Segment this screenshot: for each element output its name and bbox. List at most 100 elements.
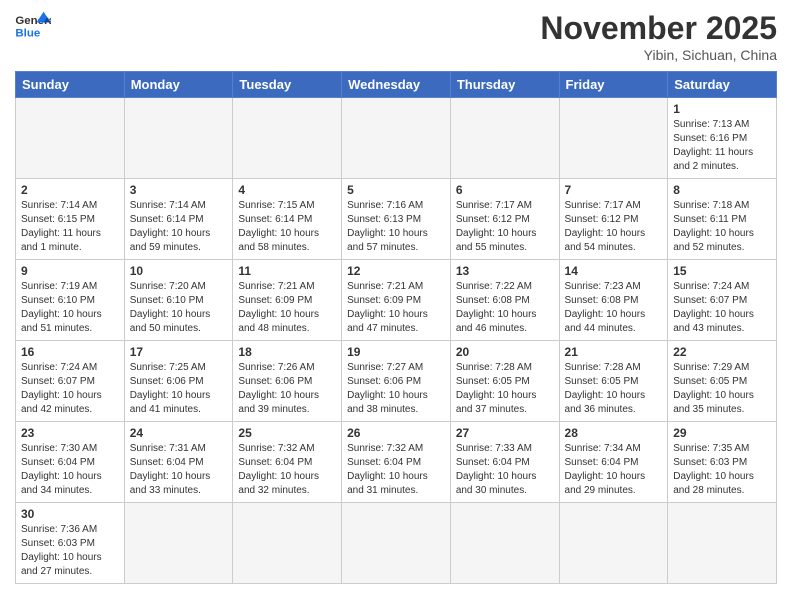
calendar-cell: 19 Sunrise: 7:27 AM Sunset: 6:06 PM Dayli… [342, 341, 451, 422]
calendar-cell: 24Sunrise: 7:31 AM Sunset: 6:04 PM Dayli… [124, 422, 233, 503]
day-number: 27 [456, 426, 554, 440]
day-number: 15 [673, 264, 771, 278]
day-info: Sunrise: 7:24 AM Sunset: 6:07 PM Dayligh… [673, 280, 771, 336]
calendar-cell: 30 Sunrise: 7:36 AM Sunset: 6:03 PM Dayli… [16, 503, 125, 584]
day-info: Sunrise: 7:25 AM Sunset: 6:06 PM Dayligh… [130, 361, 228, 417]
calendar-cell: 21 Sunrise: 7:28 AM Sunset: 6:05 PM Dayli… [559, 341, 668, 422]
col-header-friday: Friday [559, 72, 668, 98]
title-block: November 2025 Yibin, Sichuan, China [540, 10, 777, 63]
calendar-cell: 22 Sunrise: 7:29 AM Sunset: 6:05 PM Dayli… [668, 341, 777, 422]
month-title: November 2025 [540, 10, 777, 47]
day-number: 17 [130, 345, 228, 359]
calendar-cell: 14 Sunrise: 7:23 AM Sunset: 6:08 PM Dayli… [559, 260, 668, 341]
day-number: 8 [673, 183, 771, 197]
calendar-cell: 28 Sunrise: 7:34 AM Sunset: 6:04 PM Dayli… [559, 422, 668, 503]
day-number: 22 [673, 345, 771, 359]
day-number: 26 [347, 426, 445, 440]
day-info: Sunrise: 7:20 AM Sunset: 6:10 PM Dayligh… [130, 280, 228, 336]
header: General Blue November 2025 Yibin, Sichua… [15, 10, 777, 63]
day-info: Sunrise: 7:28 AM Sunset: 6:05 PM Dayligh… [456, 361, 554, 417]
day-number: 20 [456, 345, 554, 359]
calendar-cell [124, 503, 233, 584]
col-header-monday: Monday [124, 72, 233, 98]
week-row-2: 9Sunrise: 7:19 AM Sunset: 6:10 PM Daylig… [16, 260, 777, 341]
location: Yibin, Sichuan, China [540, 47, 777, 63]
day-number: 19 [347, 345, 445, 359]
day-info: Sunrise: 7:32 AM Sunset: 6:04 PM Dayligh… [347, 442, 445, 498]
day-info: Sunrise: 7:17 AM Sunset: 6:12 PM Dayligh… [565, 199, 663, 255]
calendar-cell: 13 Sunrise: 7:22 AM Sunset: 6:08 PM Dayli… [450, 260, 559, 341]
day-info: Sunrise: 7:19 AM Sunset: 6:10 PM Dayligh… [21, 280, 119, 336]
day-info: Sunrise: 7:13 AM Sunset: 6:16 PM Dayligh… [673, 118, 771, 174]
calendar-cell: 9Sunrise: 7:19 AM Sunset: 6:10 PM Daylig… [16, 260, 125, 341]
day-number: 23 [21, 426, 119, 440]
day-info: Sunrise: 7:21 AM Sunset: 6:09 PM Dayligh… [347, 280, 445, 336]
col-header-wednesday: Wednesday [342, 72, 451, 98]
calendar-cell: 16Sunrise: 7:24 AM Sunset: 6:07 PM Dayli… [16, 341, 125, 422]
day-info: Sunrise: 7:23 AM Sunset: 6:08 PM Dayligh… [565, 280, 663, 336]
day-number: 7 [565, 183, 663, 197]
day-info: Sunrise: 7:17 AM Sunset: 6:12 PM Dayligh… [456, 199, 554, 255]
calendar-cell: 20 Sunrise: 7:28 AM Sunset: 6:05 PM Dayli… [450, 341, 559, 422]
day-info: Sunrise: 7:18 AM Sunset: 6:11 PM Dayligh… [673, 199, 771, 255]
calendar-cell: 4 Sunrise: 7:15 AM Sunset: 6:14 PM Daylig… [233, 179, 342, 260]
day-info: Sunrise: 7:24 AM Sunset: 6:07 PM Dayligh… [21, 361, 119, 417]
day-number: 11 [238, 264, 336, 278]
day-number: 6 [456, 183, 554, 197]
day-number: 25 [238, 426, 336, 440]
day-number: 2 [21, 183, 119, 197]
day-info: Sunrise: 7:15 AM Sunset: 6:14 PM Dayligh… [238, 199, 336, 255]
day-info: Sunrise: 7:14 AM Sunset: 6:14 PM Dayligh… [130, 199, 228, 255]
day-info: Sunrise: 7:16 AM Sunset: 6:13 PM Dayligh… [347, 199, 445, 255]
calendar-cell [559, 503, 668, 584]
day-info: Sunrise: 7:22 AM Sunset: 6:08 PM Dayligh… [456, 280, 554, 336]
day-number: 18 [238, 345, 336, 359]
calendar-cell [16, 98, 125, 179]
day-info: Sunrise: 7:29 AM Sunset: 6:05 PM Dayligh… [673, 361, 771, 417]
week-row-3: 16Sunrise: 7:24 AM Sunset: 6:07 PM Dayli… [16, 341, 777, 422]
calendar-cell: 8 Sunrise: 7:18 AM Sunset: 6:11 PM Daylig… [668, 179, 777, 260]
day-info: Sunrise: 7:21 AM Sunset: 6:09 PM Dayligh… [238, 280, 336, 336]
day-number: 21 [565, 345, 663, 359]
day-number: 24 [130, 426, 228, 440]
calendar-cell: 29Sunrise: 7:35 AM Sunset: 6:03 PM Dayli… [668, 422, 777, 503]
week-row-4: 23Sunrise: 7:30 AM Sunset: 6:04 PM Dayli… [16, 422, 777, 503]
calendar: SundayMondayTuesdayWednesdayThursdayFrid… [15, 71, 777, 584]
calendar-cell: 5Sunrise: 7:16 AM Sunset: 6:13 PM Daylig… [342, 179, 451, 260]
calendar-cell [668, 503, 777, 584]
col-header-tuesday: Tuesday [233, 72, 342, 98]
col-header-thursday: Thursday [450, 72, 559, 98]
calendar-cell: 11 Sunrise: 7:21 AM Sunset: 6:09 PM Dayli… [233, 260, 342, 341]
day-info: Sunrise: 7:34 AM Sunset: 6:04 PM Dayligh… [565, 442, 663, 498]
day-info: Sunrise: 7:27 AM Sunset: 6:06 PM Dayligh… [347, 361, 445, 417]
week-row-5: 30 Sunrise: 7:36 AM Sunset: 6:03 PM Dayli… [16, 503, 777, 584]
calendar-cell: 15 Sunrise: 7:24 AM Sunset: 6:07 PM Dayli… [668, 260, 777, 341]
calendar-cell: 23Sunrise: 7:30 AM Sunset: 6:04 PM Dayli… [16, 422, 125, 503]
day-info: Sunrise: 7:36 AM Sunset: 6:03 PM Dayligh… [21, 523, 119, 579]
calendar-cell: 18 Sunrise: 7:26 AM Sunset: 6:06 PM Dayli… [233, 341, 342, 422]
svg-text:Blue: Blue [15, 27, 40, 39]
day-info: Sunrise: 7:33 AM Sunset: 6:04 PM Dayligh… [456, 442, 554, 498]
calendar-cell: 26 Sunrise: 7:32 AM Sunset: 6:04 PM Dayli… [342, 422, 451, 503]
calendar-cell: 2 Sunrise: 7:14 AM Sunset: 6:15 PM Daylig… [16, 179, 125, 260]
day-number: 28 [565, 426, 663, 440]
page: General Blue November 2025 Yibin, Sichua… [0, 0, 792, 594]
calendar-cell: 17 Sunrise: 7:25 AM Sunset: 6:06 PM Dayli… [124, 341, 233, 422]
day-number: 13 [456, 264, 554, 278]
day-number: 4 [238, 183, 336, 197]
day-info: Sunrise: 7:28 AM Sunset: 6:05 PM Dayligh… [565, 361, 663, 417]
day-number: 14 [565, 264, 663, 278]
calendar-cell: 1Sunrise: 7:13 AM Sunset: 6:16 PM Daylig… [668, 98, 777, 179]
week-row-1: 2 Sunrise: 7:14 AM Sunset: 6:15 PM Daylig… [16, 179, 777, 260]
day-number: 3 [130, 183, 228, 197]
day-info: Sunrise: 7:14 AM Sunset: 6:15 PM Dayligh… [21, 199, 119, 255]
day-info: Sunrise: 7:26 AM Sunset: 6:06 PM Dayligh… [238, 361, 336, 417]
day-info: Sunrise: 7:32 AM Sunset: 6:04 PM Dayligh… [238, 442, 336, 498]
day-info: Sunrise: 7:35 AM Sunset: 6:03 PM Dayligh… [673, 442, 771, 498]
calendar-cell [124, 98, 233, 179]
calendar-cell [233, 98, 342, 179]
calendar-cell [342, 503, 451, 584]
day-number: 30 [21, 507, 119, 521]
day-number: 12 [347, 264, 445, 278]
logo: General Blue [15, 10, 51, 40]
